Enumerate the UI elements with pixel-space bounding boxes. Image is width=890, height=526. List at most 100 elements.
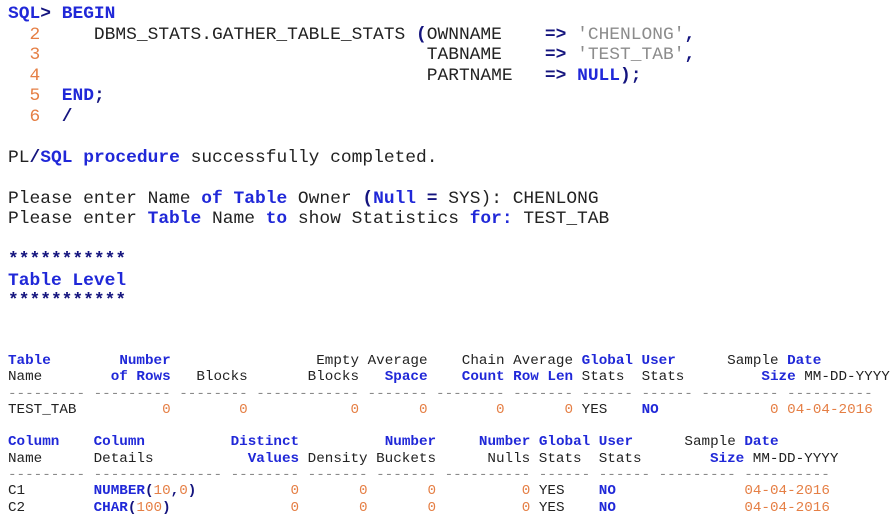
number-token: 2 [29, 24, 41, 45]
operator-token: , [170, 483, 180, 500]
text-token: C1 [8, 483, 94, 500]
text-token: Name [201, 209, 266, 229]
keyword-token: CHAR [93, 499, 128, 516]
number-token: 0 [418, 401, 428, 418]
operator-token: => [544, 65, 567, 86]
console-line: Please enter Name of Table Owner (Null =… [8, 189, 695, 210]
operator-token: , [684, 24, 696, 45]
keyword-token: to [265, 209, 288, 229]
keyword-token: Size [710, 450, 745, 467]
keyword-token: Table [147, 209, 202, 229]
number-token: 0 [496, 401, 505, 418]
keyword-token: SQL [8, 4, 41, 24]
operator-token: *********** [8, 291, 127, 311]
operator-token: > [40, 4, 51, 24]
keyword-token: Table Level [8, 270, 127, 291]
keyword-token: Number [119, 353, 171, 369]
text-token: TABNAME [40, 45, 545, 65]
report-line: C2 CHAR(100) 0 0 0 0 YES NO 04-04-2016 [8, 500, 890, 516]
report-line: TEST_TAB 0 0 0 0 0 0 YES NO 0 04-04-2016 [8, 402, 890, 418]
number-token: 0 [521, 499, 531, 516]
keyword-token: Count [461, 369, 505, 386]
text-token: C2 [8, 499, 94, 516]
text-token: Please enter Name [8, 188, 202, 209]
number-token: 0 [359, 483, 368, 500]
string-literal-token: 'TEST_TAB' [577, 45, 685, 65]
keyword-token: NO [598, 499, 616, 516]
console-line: *********** [8, 291, 695, 312]
keyword-token: Values [247, 450, 300, 467]
text-token: Blocks Blocks [170, 369, 385, 386]
number-token: 0 [179, 483, 188, 500]
number-token: 0 [290, 499, 300, 516]
keyword-token: for: [469, 209, 513, 229]
console-line: 6 / [8, 107, 695, 128]
keyword-token: NULL [577, 65, 621, 86]
report-line: Column Column Distinct Number Number Glo… [8, 434, 890, 450]
separator-line: --------- --------------- -------- -----… [8, 467, 830, 484]
report-line: Table Number Empty Average Chain Average… [8, 353, 890, 369]
console-line: PL/SQL procedure successfully completed. [8, 148, 695, 169]
keyword-token: Global [581, 353, 633, 369]
number-token: 0 [427, 483, 437, 500]
operator-token: ; [630, 65, 642, 86]
string-literal-token: 'CHENLONG' [577, 24, 685, 45]
number-token: 0 [162, 401, 171, 418]
keyword-token: Column [8, 434, 60, 451]
keyword-token: NUMBER [93, 483, 145, 500]
text-token: DBMS_STATS.GATHER_TABLE_STATS [40, 24, 416, 45]
keyword-token: Distinct [230, 434, 300, 451]
operator-token: / [29, 147, 41, 168]
text-token: show Statistics [287, 209, 470, 229]
keyword-token: END [61, 86, 94, 106]
operator-token: ; [93, 86, 105, 106]
number-token: 0 [770, 401, 779, 418]
keyword-token: NO [641, 401, 659, 418]
operator-token: ) [620, 65, 631, 86]
number-token: 0 [564, 401, 574, 418]
keyword-token: Table [8, 353, 51, 369]
text-token: Name Details [8, 450, 248, 467]
keyword-token: NO [598, 483, 616, 500]
operator-token: => [544, 24, 567, 45]
text-token: Stats Stats [573, 369, 762, 386]
keyword-token: Date [744, 434, 779, 451]
keyword-token: Space [384, 369, 428, 386]
keyword-token: Null [373, 188, 417, 209]
text-token: YES [530, 483, 599, 500]
operator-token: / [61, 106, 73, 127]
number-token: 4 [29, 65, 41, 86]
text-token: PL [8, 147, 30, 168]
keyword-token: Row Len [513, 369, 574, 386]
number-token: 0 [290, 483, 300, 500]
text-token: MM-DD-YYYY [795, 369, 890, 386]
keyword-token: User [641, 353, 676, 369]
report-line: --------- --------------- -------- -----… [8, 467, 890, 483]
